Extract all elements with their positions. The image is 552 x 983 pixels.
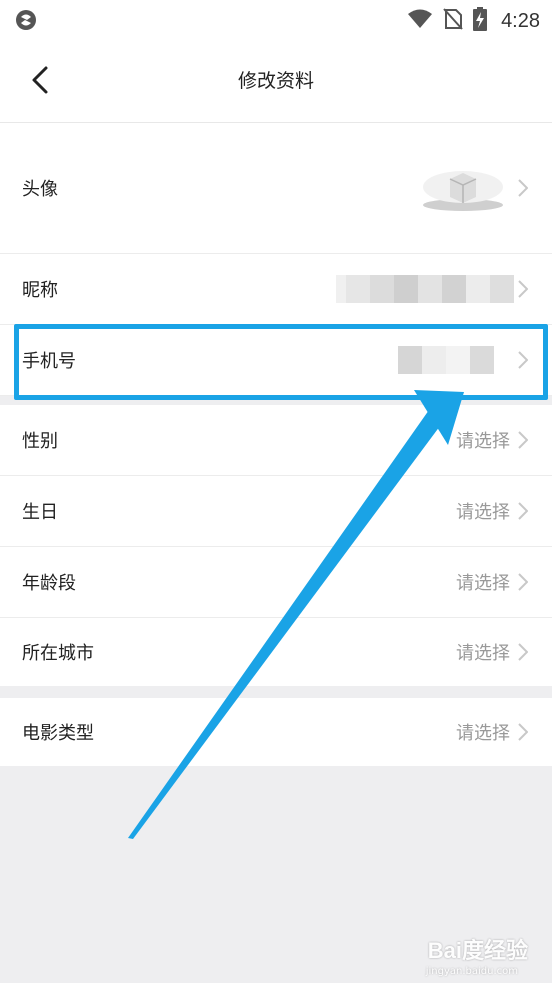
row-label: 生日	[22, 502, 58, 523]
row-nickname[interactable]: 昵称	[0, 254, 552, 325]
chevron-right-icon	[518, 179, 528, 197]
status-icons: 4:28	[407, 7, 540, 35]
nickname-redacted-value	[336, 275, 514, 303]
chevron-right-icon	[518, 723, 528, 741]
watermark-url: jingyan.baidu.com	[425, 966, 518, 977]
battery-charging-icon	[473, 7, 488, 35]
row-label: 所在城市	[22, 643, 94, 664]
row-value: 请选择	[456, 723, 510, 744]
row-label: 昵称	[22, 280, 58, 301]
chevron-right-icon	[518, 643, 528, 661]
row-value: 请选择	[456, 573, 510, 594]
row-birthday[interactable]: 生日 请选择	[0, 476, 552, 547]
wifi-icon	[407, 9, 433, 33]
row-label: 年龄段	[22, 573, 76, 594]
row-avatar[interactable]: 头像	[0, 123, 552, 254]
row-label: 电影类型	[22, 723, 94, 744]
chevron-right-icon	[518, 280, 528, 298]
nav-bar: 修改资料	[0, 38, 552, 123]
chevron-right-icon	[518, 431, 528, 449]
row-label: 手机号	[22, 351, 76, 372]
row-age-group[interactable]: 年龄段 请选择	[0, 547, 552, 618]
row-value: 请选择	[456, 431, 510, 452]
row-city[interactable]: 所在城市 请选择	[0, 618, 552, 686]
avatar	[422, 167, 504, 217]
row-label: 性别	[22, 431, 58, 452]
chevron-right-icon	[518, 573, 528, 591]
phone-redacted-value	[398, 346, 494, 374]
watermark-logo: Bai度经验	[427, 938, 528, 963]
chevron-right-icon	[518, 351, 528, 369]
row-label: 头像	[22, 179, 58, 200]
chevron-right-icon	[518, 502, 528, 520]
row-value: 请选择	[456, 502, 510, 523]
page-title: 修改资料	[237, 70, 314, 92]
row-gender[interactable]: 性别 请选择	[0, 405, 552, 476]
row-phone[interactable]: 手机号	[0, 325, 552, 396]
no-sim-icon	[443, 8, 463, 34]
row-value: 请选择	[456, 643, 510, 664]
status-bar: 4:28	[0, 0, 552, 38]
status-time: 4:28	[501, 9, 540, 32]
app-logo-icon	[14, 8, 38, 36]
row-movie-type[interactable]: 电影类型 请选择	[0, 698, 552, 766]
